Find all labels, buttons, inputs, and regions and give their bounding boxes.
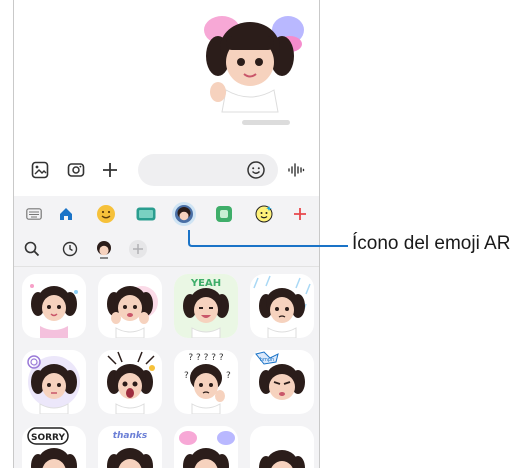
sticker-tile[interactable]: thanks (98, 426, 162, 468)
svg-text:? ? ? ? ?: ? ? ? ? ? (188, 353, 224, 363)
sticker-tile[interactable]: YEAH (174, 274, 238, 338)
add-category-icon[interactable] (288, 202, 312, 226)
home-icon[interactable] (54, 202, 78, 226)
recent-icon[interactable] (60, 239, 80, 259)
callout-line (188, 230, 348, 247)
avatar-icon[interactable] (94, 239, 114, 259)
sticker-tile[interactable] (98, 274, 162, 338)
voice-icon[interactable] (286, 160, 306, 180)
keyboard-icon[interactable] (22, 202, 46, 226)
add-avatar-icon[interactable] (128, 239, 148, 259)
gallery-icon[interactable] (30, 160, 50, 180)
emoji-icon[interactable] (246, 160, 266, 180)
sticker-tile[interactable]: ? ? ? ? ??? (174, 350, 238, 414)
category-bar (14, 196, 319, 232)
svg-text:?: ? (226, 371, 231, 381)
sticker-tile[interactable] (250, 274, 314, 338)
emoji-face-icon[interactable] (94, 202, 118, 226)
message-input[interactable] (138, 154, 278, 186)
sticker-tile[interactable] (22, 350, 86, 414)
received-sticker[interactable] (192, 8, 310, 116)
gif-icon[interactable] (134, 202, 158, 226)
camera-icon[interactable] (66, 160, 86, 180)
sticker-tile[interactable]: hmph (250, 350, 314, 414)
sticker-icon[interactable] (212, 202, 236, 226)
svg-text:?: ? (184, 371, 189, 381)
svg-text:hmph: hmph (260, 357, 274, 363)
ar-emoji-sticker-image (204, 16, 304, 113)
svg-text:thanks: thanks (113, 431, 148, 441)
bitmoji-icon[interactable] (252, 202, 276, 226)
sticker-tile[interactable] (250, 426, 314, 468)
sticker-tile[interactable] (174, 426, 238, 468)
svg-text:SORRY: SORRY (31, 433, 66, 443)
sticker-tile[interactable] (98, 350, 162, 414)
divider (14, 266, 319, 267)
composer-bar (14, 150, 319, 190)
sticker-tile[interactable] (22, 274, 86, 338)
callout-label: Ícono del emoji AR (352, 233, 511, 254)
ar-emoji-icon[interactable] (172, 202, 196, 226)
plus-icon[interactable] (100, 160, 120, 180)
search-icon[interactable] (22, 239, 42, 259)
svg-text:YEAH: YEAH (190, 278, 221, 289)
sticker-tile[interactable]: SORRY (22, 426, 86, 468)
message-timestamp (242, 120, 290, 125)
